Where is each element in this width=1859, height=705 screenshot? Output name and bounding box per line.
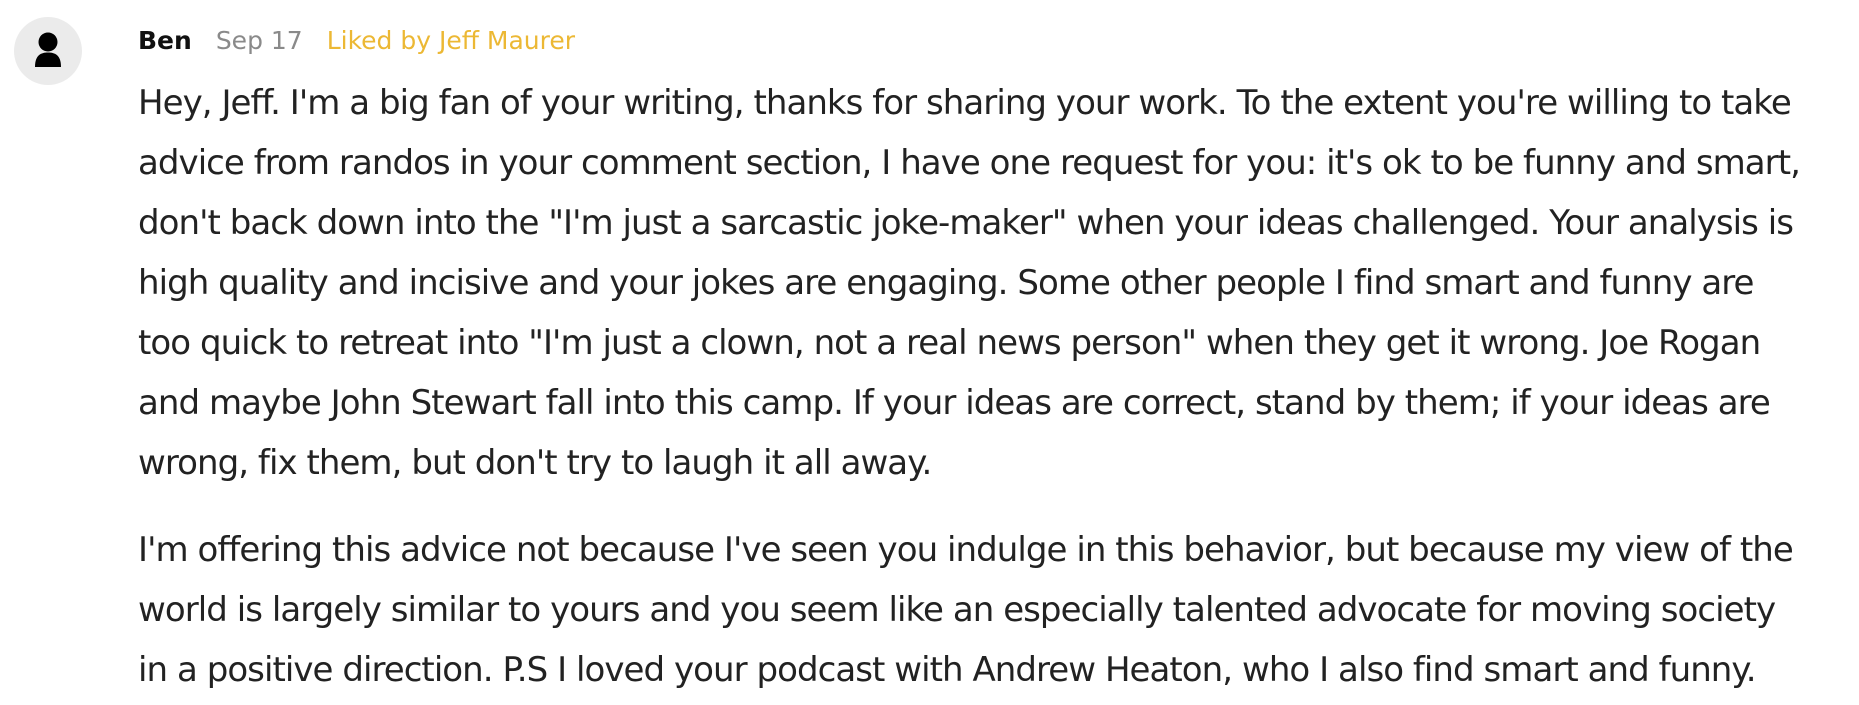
text-line: Hey, Jeff. I'm a big fan of your writing… [138,83,1792,123]
default-user-icon [35,32,61,67]
text-line: too quick to retreat into "I'm just a cl… [138,323,1761,363]
liked-by-label: Liked by Jeff Maurer [326,25,576,55]
text-line: world is largely similar to yours and yo… [138,590,1776,630]
text-line: advice from randos in your comment secti… [138,143,1801,183]
text-line: and maybe John Stewart fall into this ca… [138,383,1771,423]
text-line: don't back down into the "I'm just a sar… [138,203,1794,243]
text-line: wrong, fix them, but don't try to laugh … [138,443,932,483]
comment: Ben Sep 17 Liked by Jeff Maurer Hey, Jef… [0,0,1859,705]
text-line: in a positive direction. P.S I loved you… [138,650,1757,690]
comment-paragraph-1: Hey, Jeff. I'm a big fan of your writing… [138,73,1850,493]
author-name[interactable]: Ben [138,26,192,55]
text-line: I'm offering this advice not because I'v… [138,530,1794,570]
text-line: high quality and incisive and your jokes… [138,263,1754,303]
avatar[interactable] [14,17,82,85]
comment-date[interactable]: Sep 17 [216,26,303,55]
comment-meta: Ben Sep 17 Liked by Jeff Maurer [138,20,575,60]
comment-paragraph-2: I'm offering this advice not because I'v… [138,520,1850,700]
